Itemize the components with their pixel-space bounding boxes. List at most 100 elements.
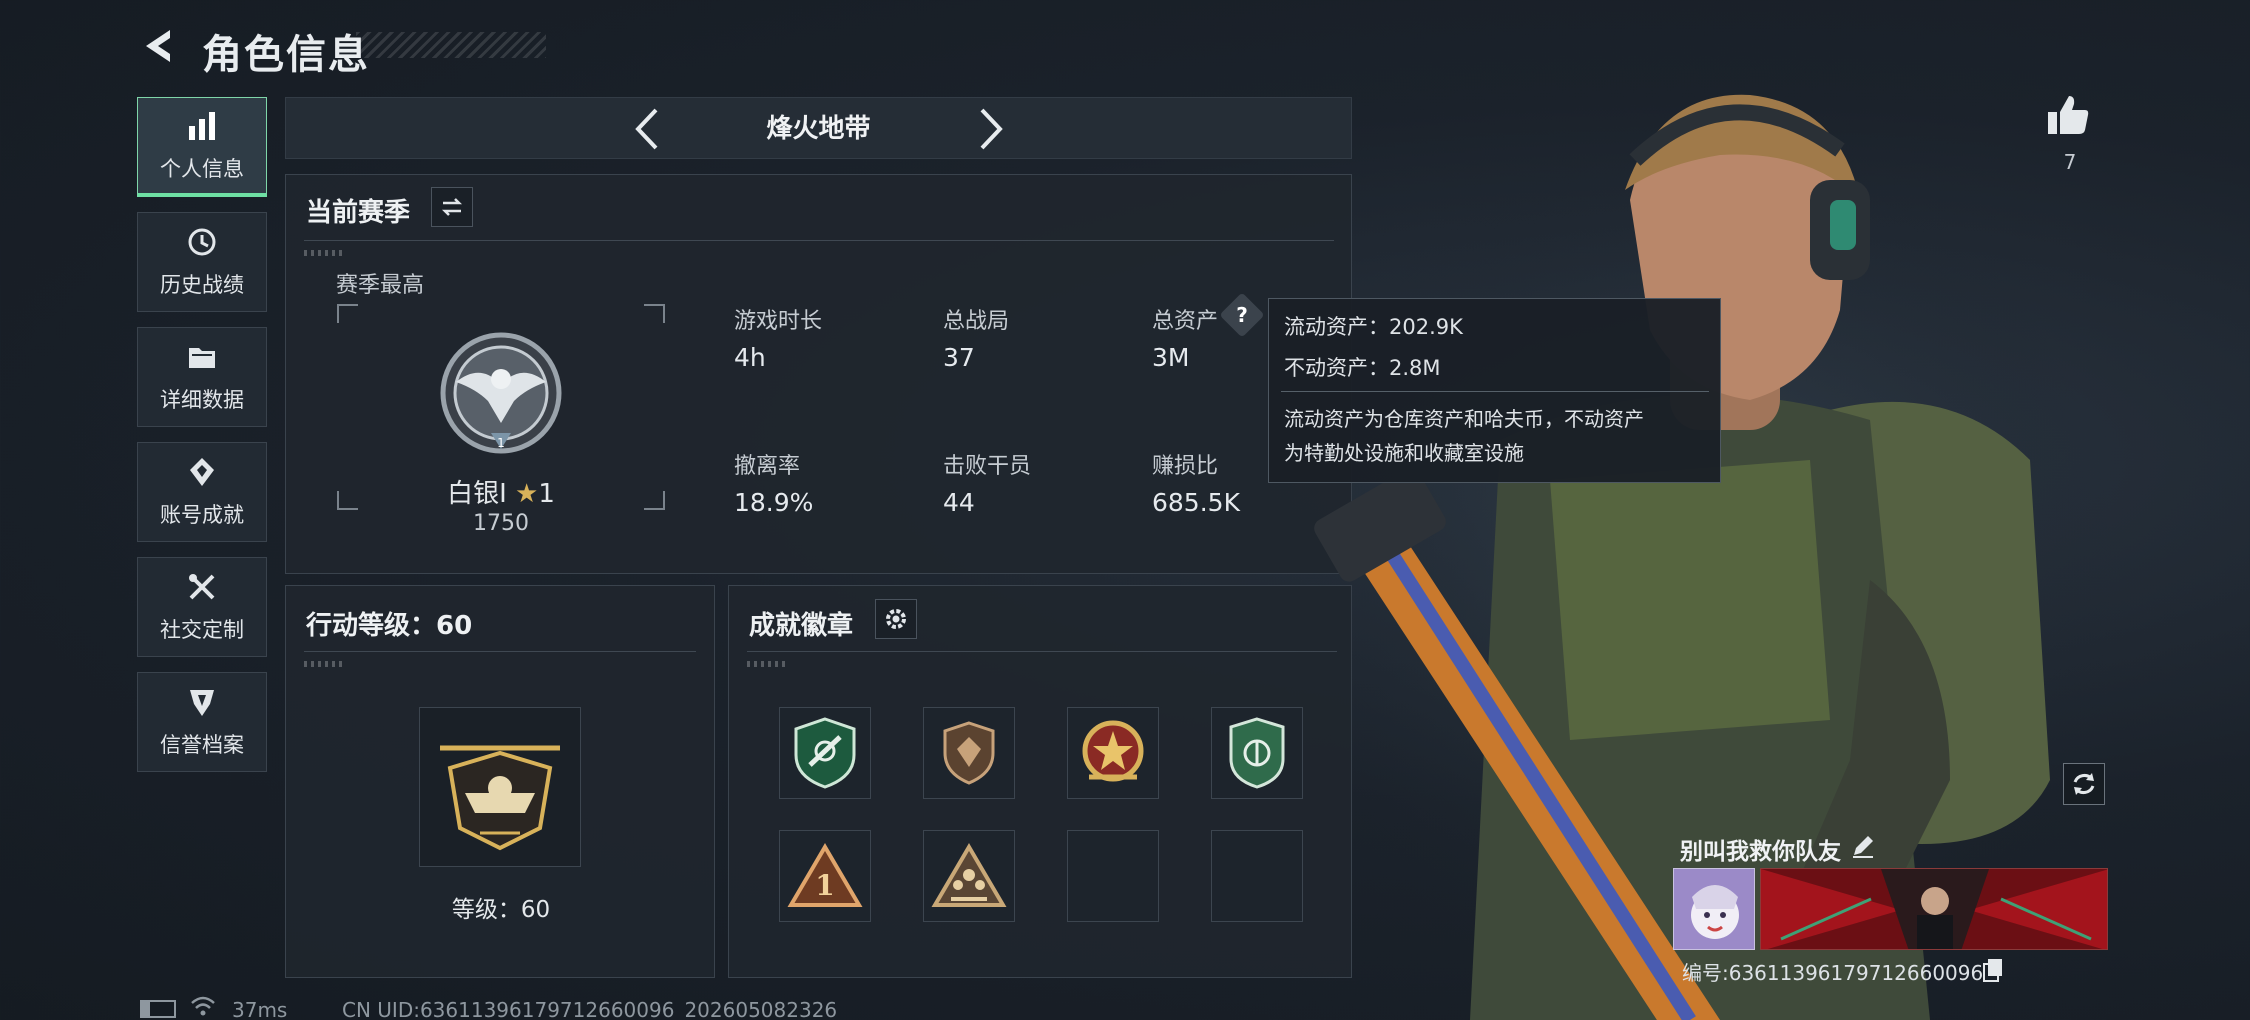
sidebar-item-detailed-data[interactable]: 详细数据 xyxy=(137,327,267,427)
history-icon xyxy=(185,225,219,259)
ping-text: 37ms xyxy=(232,998,288,1020)
tooltip-divider xyxy=(1281,391,1709,392)
sidebar-item-social[interactable]: 社交定制 xyxy=(137,557,267,657)
fixed-assets-text: 不动资产：2.8M xyxy=(1284,356,1441,380)
battery-icon xyxy=(140,1000,176,1018)
tooltip-note-line1: 流动资产为仓库资产和哈夫币，不动资产 xyxy=(1284,407,1644,431)
action-level-panel: 行动等级：60 等级：60 xyxy=(285,585,715,978)
level-text: 等级：60 xyxy=(451,897,551,923)
green-shield-badge-icon xyxy=(794,717,856,789)
sidebar-item-personal-info[interactable]: 个人信息 xyxy=(137,97,267,197)
chevron-left-icon xyxy=(635,108,658,150)
stat-value: 4h xyxy=(734,343,766,372)
sidebar-item-label: 社交定制 xyxy=(160,618,244,642)
folder-icon xyxy=(185,340,219,374)
swap-icon xyxy=(441,198,463,216)
stat-label: 撤离率 xyxy=(734,454,801,479)
season-best-label: 赛季最高 xyxy=(336,273,425,298)
sidebar-item-achievements[interactable]: 账号成就 xyxy=(137,442,267,542)
decoration xyxy=(747,661,787,667)
back-button[interactable] xyxy=(138,26,178,66)
rank-emblem-icon: 1 xyxy=(436,327,566,457)
rank-name: 白银I xyxy=(447,479,507,509)
next-mode-button[interactable] xyxy=(966,106,1012,152)
stat-label: 游戏时长 xyxy=(734,309,823,334)
sidebar-item-label: 账号成就 xyxy=(160,503,244,527)
asset-tooltip: 流动资产：202.9K 不动资产：2.8M 流动资产为仓库资产和哈夫币，不动资产… xyxy=(1268,298,1721,483)
stat-label: 总资产 xyxy=(1152,309,1219,334)
sidebar-item-label: 历史战绩 xyxy=(160,273,244,297)
copy-id-button[interactable] xyxy=(1982,958,2004,982)
prev-mode-button[interactable] xyxy=(626,106,672,152)
like-button[interactable] xyxy=(2045,92,2091,138)
stat-value: 3M xyxy=(1152,343,1190,372)
rank-one-badge-icon: 1 xyxy=(787,843,863,907)
bronze-shield-badge-icon xyxy=(943,721,995,785)
divider xyxy=(304,240,1334,241)
svg-text:1: 1 xyxy=(815,869,834,902)
badge-slot[interactable] xyxy=(779,707,871,799)
rotate-button[interactable] xyxy=(2063,763,2105,805)
season-panel: 当前赛季 赛季最高 1 白银I ★1 1750 游戏时长 4h 总战局 37 总… xyxy=(285,174,1352,574)
badge-settings-button[interactable] xyxy=(875,599,917,639)
chevron-right-icon xyxy=(980,108,1003,150)
badge-slot[interactable] xyxy=(923,830,1015,922)
rank-name-row: 白银I ★1 xyxy=(391,473,611,510)
copy-icon xyxy=(1983,959,2002,982)
stat-value: 44 xyxy=(943,488,975,517)
rank-stars: 1 xyxy=(538,479,555,509)
pencil-icon xyxy=(1853,836,1873,858)
bar-chart-icon xyxy=(185,109,219,143)
liquid-assets-text: 流动资产：202.9K xyxy=(1284,315,1463,339)
tools-icon xyxy=(185,570,219,604)
squad-badge-icon xyxy=(931,843,1007,907)
sidebar-item-label: 详细数据 xyxy=(160,388,244,412)
sidebar-item-label: 个人信息 xyxy=(160,156,244,181)
stat-label: 击败干员 xyxy=(943,454,1032,479)
uid-text: CN UID:636113961797126600​96_20260508232… xyxy=(342,998,838,1020)
player-nickname: 别叫我救你队友 xyxy=(1680,839,1841,865)
badge-slot[interactable] xyxy=(1067,707,1159,799)
season-title: 当前赛季 xyxy=(306,198,411,228)
tooltip-note-line2: 为特勤处设施和收藏室设施 xyxy=(1284,441,1524,465)
stat-label: 赚损比 xyxy=(1152,454,1219,479)
sidebar-item-history[interactable]: 历史战绩 xyxy=(137,212,267,312)
divider xyxy=(304,651,696,652)
title-decoration xyxy=(356,32,546,58)
star-medal-badge-icon xyxy=(1082,720,1144,782)
sidebar-item-label: 信誉档案 xyxy=(160,733,244,757)
edit-nickname-button[interactable] xyxy=(1850,833,1878,861)
decoration xyxy=(304,661,344,667)
divider xyxy=(747,651,1337,652)
stat-value: 685.5K xyxy=(1152,488,1240,517)
svg-text:1: 1 xyxy=(497,436,505,450)
back-arrow-icon xyxy=(146,30,170,62)
refresh-icon xyxy=(2073,773,2095,795)
thumbs-up-icon xyxy=(2048,96,2089,134)
wifi-icon xyxy=(190,995,216,1017)
empty-badge-slot[interactable] xyxy=(1067,830,1159,922)
badge-slot[interactable]: 1 xyxy=(779,830,871,922)
star-icon: ★ xyxy=(515,479,539,509)
action-level-title: 行动等级：60 xyxy=(306,611,473,641)
sidebar-item-reputation[interactable]: 信誉档案 xyxy=(137,672,267,772)
achievement-icon xyxy=(185,455,219,489)
level-emblem-frame xyxy=(419,707,581,867)
player-id: 编号:636113961797126600​96 xyxy=(1682,961,1984,985)
name-card-banner[interactable] xyxy=(1760,868,2108,950)
badge-slot[interactable] xyxy=(923,707,1015,799)
gear-icon xyxy=(886,609,906,629)
switch-season-button[interactable] xyxy=(431,187,473,227)
reputation-icon xyxy=(185,685,219,719)
stat-value: 37 xyxy=(943,343,975,372)
decoration xyxy=(304,250,344,256)
stat-label: 总战局 xyxy=(943,309,1010,334)
like-count: 7 xyxy=(2063,150,2077,174)
avatar[interactable] xyxy=(1673,868,1755,950)
achievements-title: 成就徽章 xyxy=(749,611,854,641)
page-title: 角色信息 xyxy=(202,32,370,78)
stat-value: 18.9% xyxy=(734,488,814,517)
mode-selector: 烽火地带 xyxy=(285,97,1352,159)
rank-points: 1750 xyxy=(473,511,529,536)
mode-title: 烽火地带 xyxy=(766,114,871,144)
